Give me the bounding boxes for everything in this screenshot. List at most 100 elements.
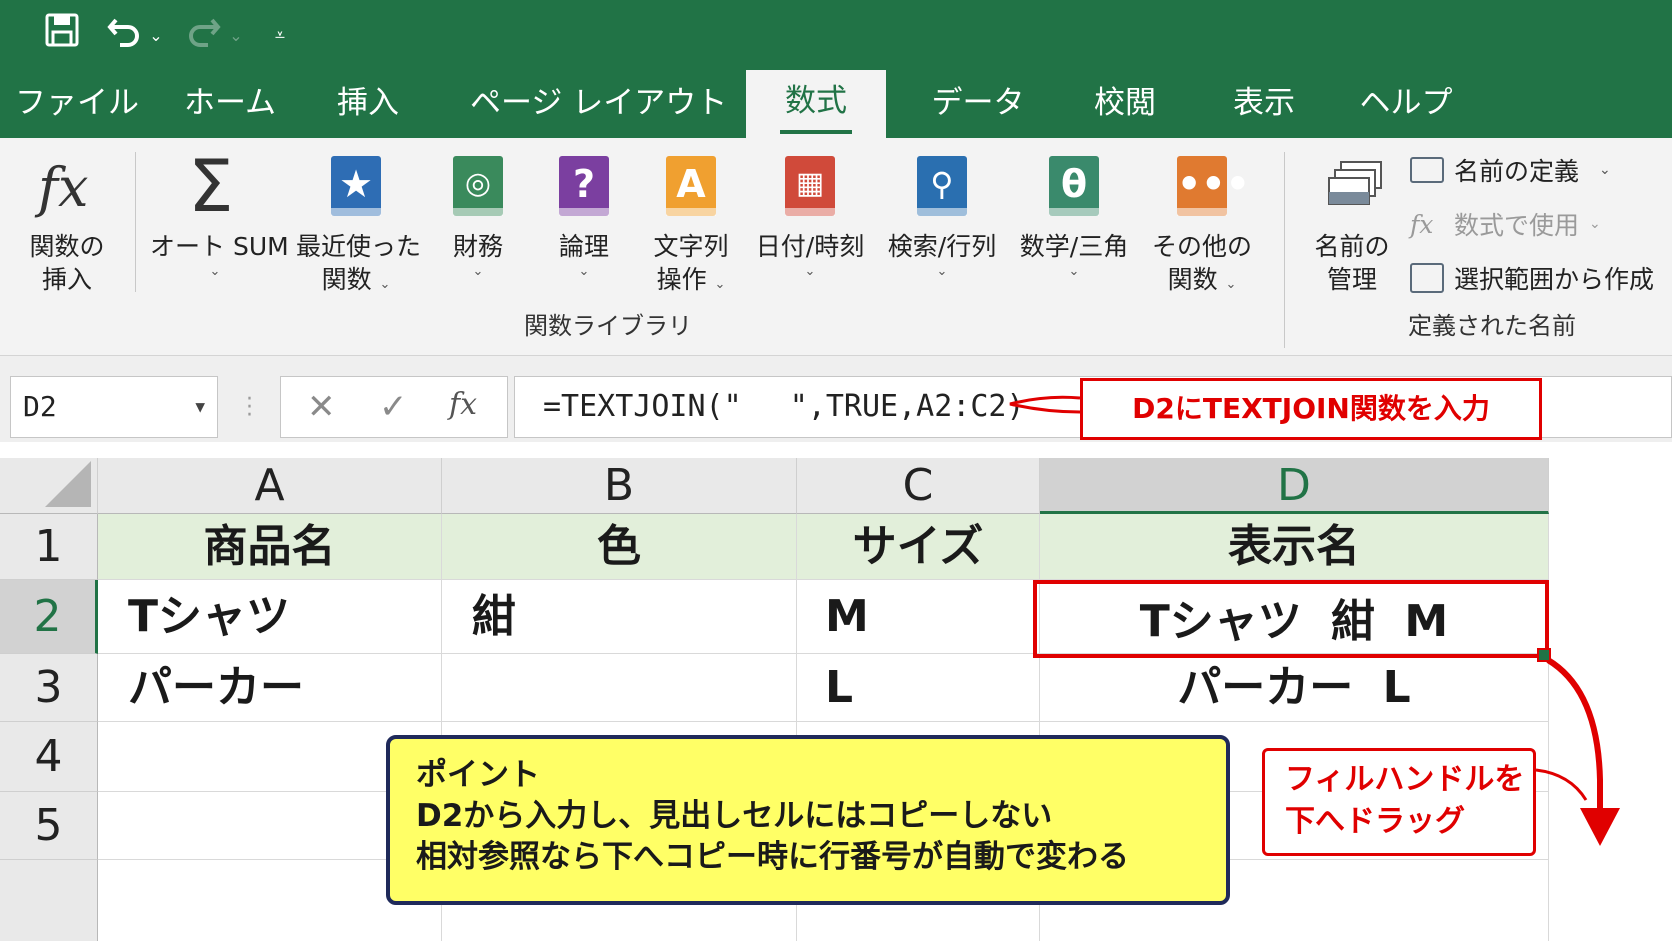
cancel-icon[interactable]: ✕ [307, 387, 336, 427]
recently-used-button[interactable]: ★ 最近使った 関数 ⌄ [296, 152, 421, 301]
formula-annotation: D2にTEXTJOIN関数を入力 [1080, 378, 1542, 440]
question-book-icon: ? [555, 152, 613, 220]
row-header-2[interactable]: 2 [0, 580, 98, 654]
logical-label: 論理 [558, 232, 609, 261]
insert-function-button[interactable]: fx 関数の 挿入 [22, 152, 112, 296]
ellipsis-book-icon: ••• [1173, 152, 1250, 220]
undo-dropdown-icon[interactable]: ⌄ [146, 14, 166, 58]
cell-d1[interactable]: 表示名 [1040, 514, 1549, 580]
enter-icon[interactable]: ✓ [379, 387, 408, 427]
recently-used-label-1: 最近使った [296, 232, 422, 261]
calendar-book-icon: ▦ [781, 152, 839, 220]
grid-line [1548, 722, 1549, 941]
more-functions-button[interactable]: ••• その他の 関数 ⌄ [1152, 152, 1252, 301]
row-header-6 [0, 860, 98, 941]
tab-view[interactable]: 表示 [1214, 78, 1314, 138]
recently-used-label-2: 関数 [321, 265, 372, 294]
tab-data[interactable]: データ [918, 78, 1038, 138]
tab-review[interactable]: 校閲 [1080, 78, 1170, 138]
vertical-dots-icon: · · · [246, 387, 253, 428]
define-name-icon [1410, 157, 1444, 183]
magnifier-book-icon: ⚲ [913, 152, 971, 220]
insert-function-icon[interactable]: fx [449, 387, 477, 422]
tab-help[interactable]: ヘルプ [1346, 78, 1466, 138]
tab-insert[interactable]: 挿入 [320, 78, 416, 138]
math-trig-button[interactable]: θ 数学/三角 ⌄ [1016, 152, 1132, 281]
financial-button[interactable]: ◎ 財務 ⌄ [438, 152, 518, 281]
create-from-selection-label: 選択範囲から作成 [1454, 265, 1655, 294]
cell-a1[interactable]: 商品名 [98, 514, 442, 580]
point-line-1: D2から入力し、見出しセルにはコピーしない [416, 798, 1053, 834]
column-header-b[interactable]: B [442, 458, 797, 514]
column-header-c[interactable]: C [797, 458, 1040, 514]
name-manager-label-1: 名前の [1314, 232, 1390, 261]
row-header-4[interactable]: 4 [0, 722, 98, 792]
ribbon-group-divider [1284, 152, 1285, 348]
chevron-down-icon[interactable]: ▼ [195, 377, 205, 437]
redo-dropdown-icon: ⌄ [229, 26, 243, 45]
active-tab-underline [780, 130, 852, 134]
formula-text: =TEXTJOIN(" ",TRUE,A2:C2) [543, 389, 1025, 424]
group-label-defined-names: 定義された名前 [1408, 312, 1576, 340]
more-functions-label-1: その他の [1152, 232, 1253, 261]
cell-d3[interactable]: パーカー L [1040, 654, 1549, 722]
point-line-2: 相対参照なら下へコピー時に行番号が自動で変わる [416, 839, 1129, 875]
point-title: ポイント [416, 757, 540, 793]
row-header-5[interactable]: 5 [0, 792, 98, 860]
cell-b1[interactable]: 色 [442, 514, 797, 580]
date-time-button[interactable]: ▦ 日付/時刻 ⌄ [752, 152, 868, 281]
coins-book-icon: ◎ [449, 152, 507, 220]
text-button[interactable]: A 文字列 操作 ⌄ [646, 152, 736, 301]
name-manager-icon [1323, 152, 1382, 220]
cell-c3[interactable]: L [797, 654, 1040, 722]
logical-button[interactable]: ? 論理 ⌄ [544, 152, 624, 281]
undo-icon[interactable] [102, 12, 146, 61]
cell-a3[interactable]: パーカー [98, 654, 442, 722]
text-label-1: 文字列 [653, 232, 729, 261]
use-in-formula-button: fx 数式で使用 ⌄ [1410, 206, 1601, 242]
group-label-function-library: 関数ライブラリ [524, 312, 692, 340]
define-name-button[interactable]: 名前の定義 ⌄ [1410, 152, 1611, 188]
create-from-selection-button[interactable]: 選択範囲から作成 [1410, 260, 1654, 296]
customize-qat-icon[interactable]: ⩡ [268, 14, 292, 58]
autosum-label: オート SUM [150, 232, 289, 261]
cell-b2[interactable]: 紺 [442, 580, 797, 654]
formula-buttons: ✕ ✓ fx [280, 376, 508, 438]
text-label-2: 操作 [656, 265, 707, 294]
column-header-a[interactable]: A [98, 458, 442, 514]
ribbon-divider [135, 152, 136, 292]
select-all-corner[interactable] [0, 458, 98, 514]
title-bar: ⌄ ⌄ ⩡ ファイル ホーム 挿入 ページ レイアウト 数式 データ 校閲 表示… [0, 0, 1672, 138]
tab-home[interactable]: ホーム [170, 78, 290, 138]
row-header-3[interactable]: 3 [0, 654, 98, 722]
name-box-value: D2 [23, 390, 57, 423]
insert-function-label-1: 関数の [29, 232, 105, 261]
fill-note-line-2: 下へドラッグ [1285, 804, 1465, 839]
cell-b3[interactable] [442, 654, 797, 722]
selected-cell-highlight [1033, 580, 1549, 658]
name-manager-button[interactable]: 名前の 管理 [1306, 152, 1398, 296]
lookup-label: 検索/行列 [887, 232, 997, 261]
cell-c2[interactable]: M [797, 580, 1040, 654]
name-box[interactable]: D2 ▼ [10, 376, 218, 438]
use-in-formula-label: 数式で使用 [1454, 211, 1580, 240]
row-header-1[interactable]: 1 [0, 514, 98, 580]
tab-file[interactable]: ファイル [12, 78, 142, 138]
fill-handle-annotation: フィルハンドルを 下へドラッグ [1262, 748, 1536, 856]
autosum-button[interactable]: Σ オート SUM ⌄ [150, 144, 289, 281]
column-header-d[interactable]: D [1040, 458, 1549, 514]
tab-page-layout[interactable]: ページ レイアウト [470, 78, 727, 138]
fill-handle[interactable] [1537, 648, 1551, 662]
theta-book-icon: θ [1045, 152, 1103, 220]
financial-label: 財務 [452, 232, 503, 261]
sigma-icon: Σ [188, 144, 234, 228]
save-icon[interactable] [40, 12, 84, 61]
cell-a2[interactable]: Tシャツ [98, 580, 442, 654]
redo-icon [182, 12, 226, 61]
letter-a-book-icon: A [662, 152, 720, 220]
chevron-down-icon: ⌄ [1599, 162, 1611, 178]
create-from-selection-icon [1410, 263, 1444, 293]
lookup-button[interactable]: ⚲ 検索/行列 ⌄ [884, 152, 1000, 281]
tab-formulas[interactable]: 数式 [746, 70, 886, 138]
cell-c1[interactable]: サイズ [797, 514, 1040, 580]
